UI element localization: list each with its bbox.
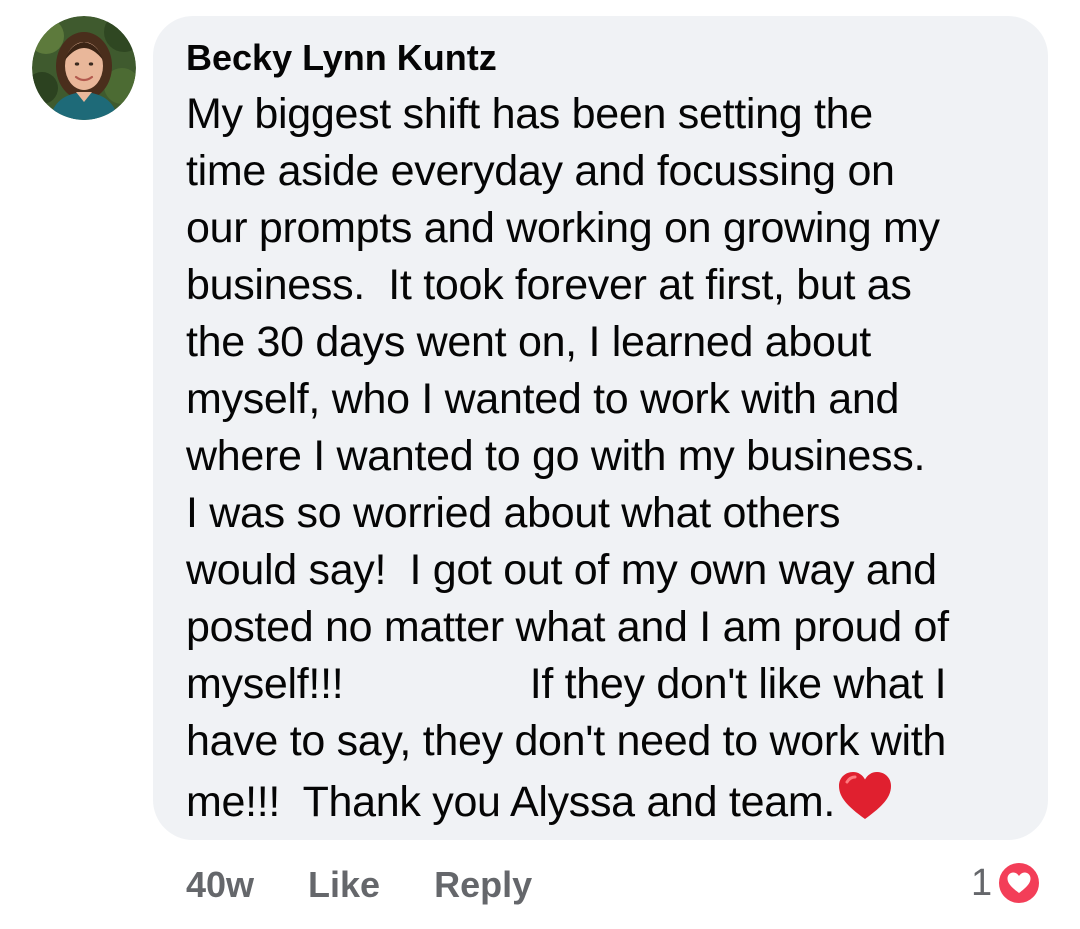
profile-photo xyxy=(32,16,136,120)
comment-author[interactable]: Becky Lynn Kuntz xyxy=(186,36,497,80)
comment-line: our prompts and working on growing my xyxy=(186,204,940,252)
love-reaction-icon xyxy=(996,860,1043,906)
comment-line: have to say, they don't need to work wit… xyxy=(186,717,946,765)
comment-line-text: me!!! Thank you Alyssa and team. xyxy=(186,778,835,826)
comment-line: time aside everyday and focussing on xyxy=(186,147,895,195)
comment-line: I was so worried about what others xyxy=(186,489,841,537)
reply-button[interactable]: Reply xyxy=(434,864,532,906)
comment-line: myself, who I wanted to work with and xyxy=(186,375,900,423)
reaction-count: 1 xyxy=(971,861,993,904)
comment-actions: 40w Like Reply xyxy=(186,862,532,908)
like-button[interactable]: Like xyxy=(308,864,380,906)
comment-last-line: me!!! Thank you Alyssa and team. xyxy=(186,770,949,827)
comment-line: would say! I got out of my own way and xyxy=(186,546,937,594)
comment-line: My biggest shift has been setting the xyxy=(186,90,873,138)
reaction-summary[interactable]: 1 xyxy=(971,858,1043,908)
red-heart-emoji-icon xyxy=(837,770,893,822)
comment-line: where I wanted to go with my business. xyxy=(186,432,926,480)
comment-timestamp[interactable]: 40w xyxy=(186,864,254,906)
comment-line: business. It took forever at first, but … xyxy=(186,261,912,309)
comment-line: myself!!! If they don't like what I xyxy=(186,660,947,708)
comment-line: posted no matter what and I am proud of xyxy=(186,603,949,651)
comment-body: My biggest shift has been setting the ti… xyxy=(186,86,949,827)
avatar[interactable] xyxy=(32,16,136,120)
comment-line: the 30 days went on, I learned about xyxy=(186,318,871,366)
